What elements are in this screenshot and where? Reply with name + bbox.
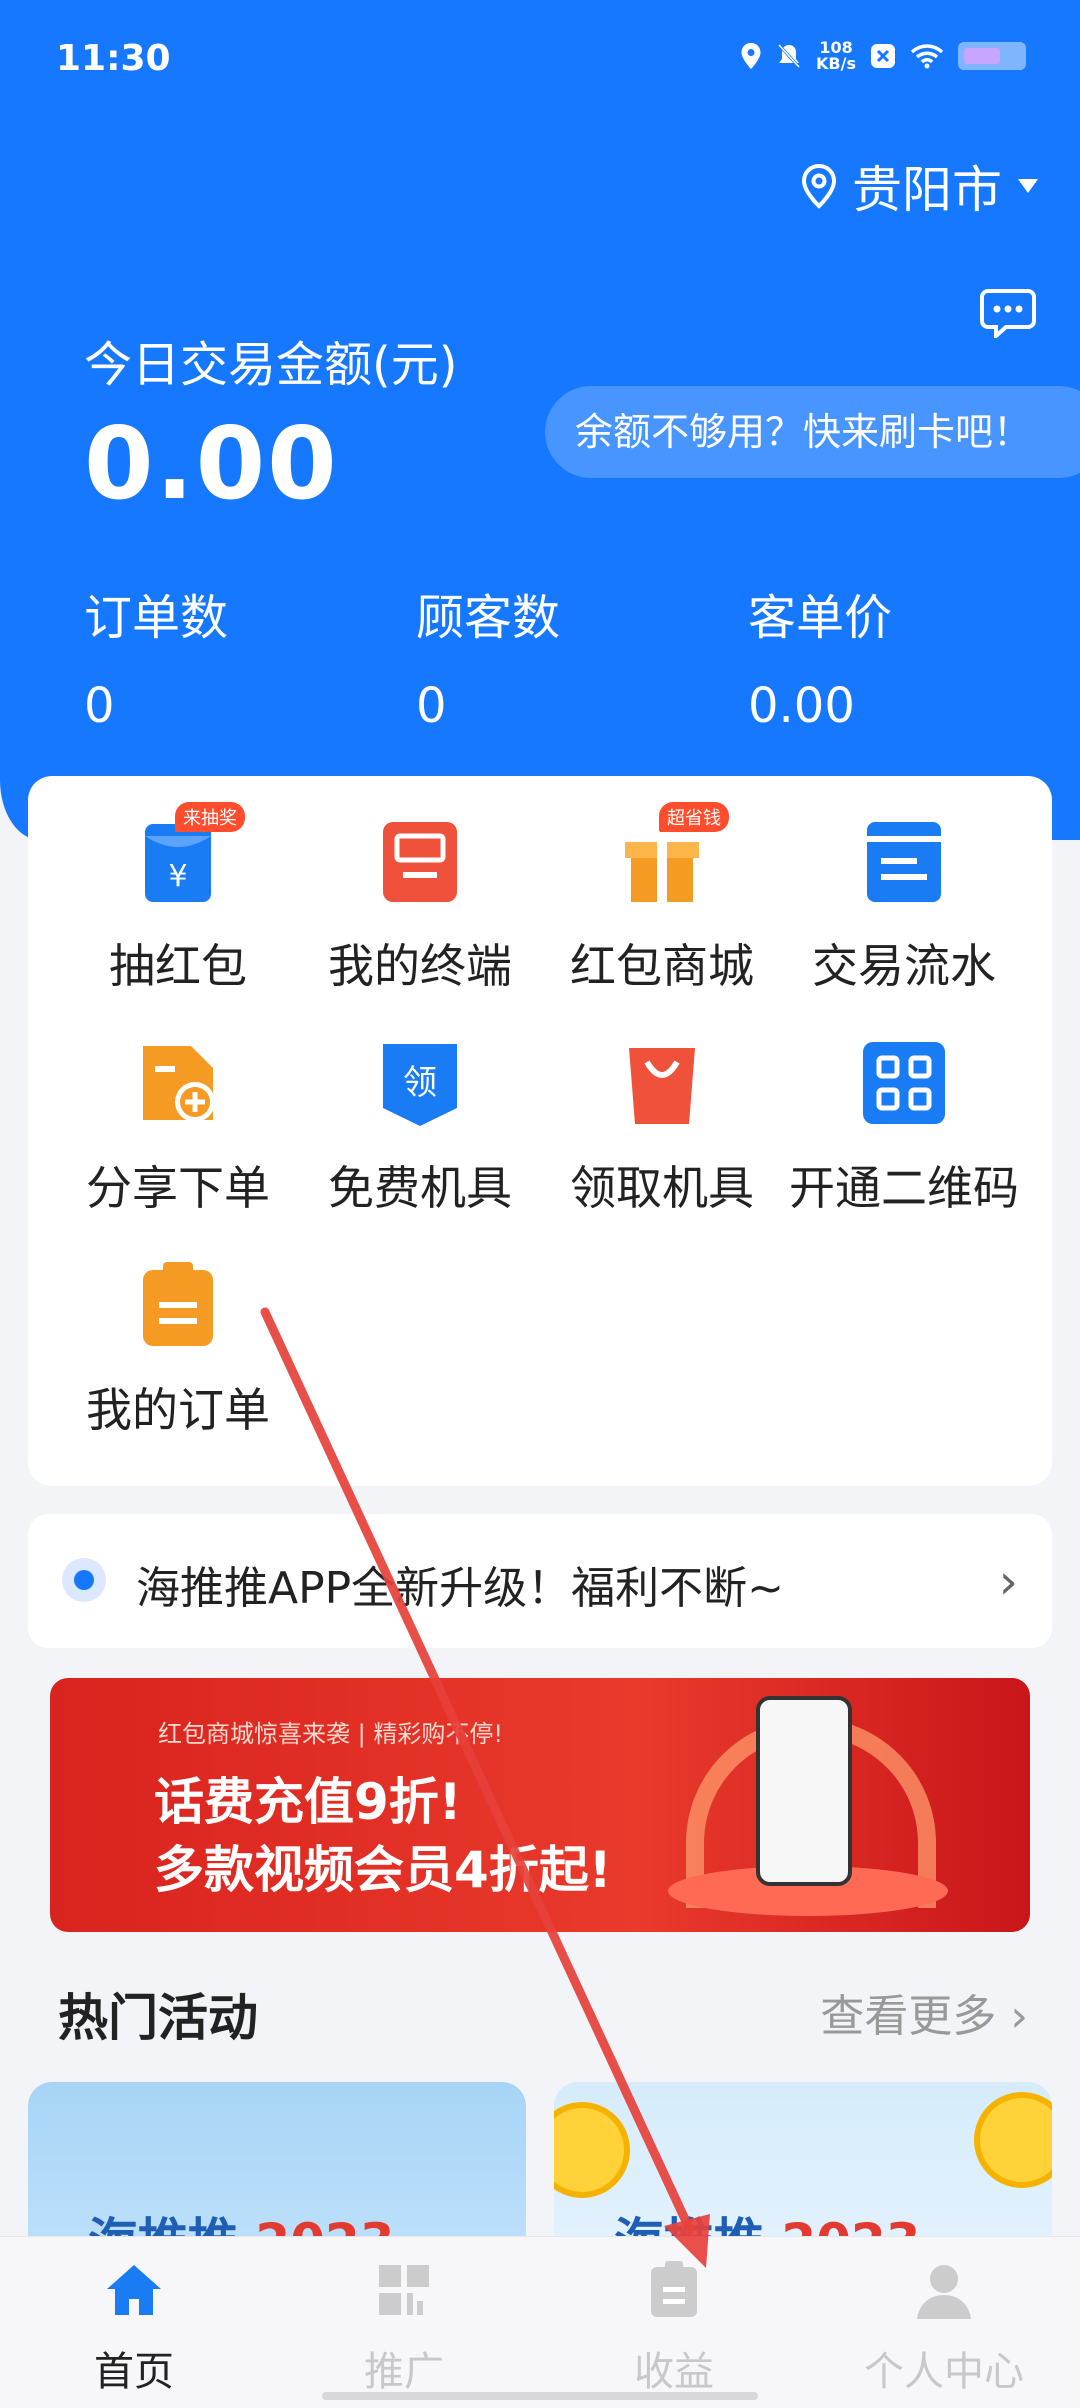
grid-item-open-qr[interactable]: 开通二维码 bbox=[784, 1038, 1024, 1218]
section-title-hot-activities: 热门活动 bbox=[58, 1989, 258, 2047]
dropdown-triangle-icon bbox=[1018, 179, 1038, 193]
tab-home[interactable]: 首页 bbox=[34, 2259, 234, 2397]
profile-icon bbox=[917, 2265, 971, 2319]
home-indicator bbox=[322, 2392, 758, 2400]
view-more-link[interactable]: 查看更多 › bbox=[820, 1980, 1028, 2044]
tab-promote[interactable]: 推广 bbox=[304, 2259, 504, 2397]
announcement-text: 海推推APP全新升级！福利不断~ bbox=[136, 1563, 785, 1614]
close-app-icon bbox=[871, 44, 895, 68]
status-icons: 108 KB/s bbox=[740, 40, 1026, 72]
announcement-bar[interactable]: 海推推APP全新升级！福利不断~ › bbox=[28, 1514, 1052, 1648]
banner-line-1: 话费充值9折! bbox=[154, 1773, 462, 1831]
stat-orders: 订单数 0 bbox=[84, 590, 229, 734]
today-amount: 0.00 bbox=[84, 405, 339, 522]
share-order-icon bbox=[143, 1046, 215, 1122]
tab-profile[interactable]: 个人中心 bbox=[844, 2259, 1044, 2397]
shopping-bag-icon bbox=[629, 1048, 695, 1124]
wifi-icon bbox=[910, 44, 944, 69]
grid-item-transactions[interactable]: 交易流水 bbox=[784, 816, 1024, 996]
home-icon bbox=[107, 2265, 161, 2315]
promote-icon bbox=[379, 2265, 429, 2315]
income-icon bbox=[651, 2261, 697, 2317]
grid-item-my-orders[interactable]: 我的订单 bbox=[58, 1260, 298, 1440]
location-pin-icon bbox=[801, 163, 837, 209]
today-label: 今日交易金额(元) bbox=[84, 337, 458, 393]
feature-grid: ¥ 来抽奖 抽红包 我的终端 超省钱 红包商城 交易流水 分享下单 领 免费机具… bbox=[28, 776, 1052, 1486]
badge-save-money: 超省钱 bbox=[659, 802, 729, 832]
qr-code-icon bbox=[863, 1042, 945, 1124]
grid-item-free-device[interactable]: 领 免费机具 bbox=[300, 1038, 540, 1218]
status-bar: 11:30 108 KB/s bbox=[0, 0, 1080, 120]
coin-decoration bbox=[974, 2092, 1052, 2188]
swipe-card-promo[interactable]: 余额不够用？快来刷卡吧！ bbox=[545, 386, 1080, 478]
terminal-icon bbox=[383, 822, 457, 902]
grid-item-red-packet-mall[interactable]: 超省钱 红包商城 bbox=[542, 802, 782, 996]
free-device-icon: 领 bbox=[383, 1044, 457, 1126]
location-status-icon bbox=[741, 43, 761, 69]
banner-phone-image bbox=[756, 1696, 852, 1886]
grid-item-share-order[interactable]: 分享下单 bbox=[58, 1038, 298, 1218]
chevron-right-icon: › bbox=[998, 1554, 1018, 1610]
city-selector[interactable]: 贵阳市 bbox=[800, 150, 1040, 222]
banner-subtitle: 红包商城惊喜来袭 | 精彩购不停! bbox=[158, 1720, 503, 1748]
promo-banner[interactable]: 红包商城惊喜来袭 | 精彩购不停! 话费充值9折! 多款视频会员4折起! bbox=[50, 1678, 1030, 1932]
grid-item-my-terminal[interactable]: 我的终端 bbox=[300, 816, 540, 996]
announcement-dot-icon bbox=[62, 1558, 106, 1602]
stat-avg-price: 客单价 0.00 bbox=[748, 590, 893, 734]
tab-income[interactable]: 收益 bbox=[574, 2259, 774, 2397]
grid-item-red-packet[interactable]: ¥ 来抽奖 抽红包 bbox=[58, 802, 298, 996]
banner-line-2: 多款视频会员4折起! bbox=[154, 1841, 612, 1899]
network-speed: 108 KB/s bbox=[816, 38, 856, 73]
stat-customers: 顾客数 0 bbox=[416, 590, 561, 734]
badge-lottery: 来抽奖 bbox=[175, 802, 245, 832]
svg-text:领: 领 bbox=[403, 1063, 437, 1103]
battery-icon bbox=[958, 42, 1026, 70]
bottom-tab-bar: 首页 推广 收益 个人中心 bbox=[0, 2236, 1080, 2408]
city-name: 贵阳市 bbox=[852, 161, 1002, 219]
status-time: 11:30 bbox=[56, 38, 171, 79]
mute-icon bbox=[777, 43, 801, 69]
grid-item-get-device[interactable]: 领取机具 bbox=[542, 1038, 782, 1218]
coin-decoration bbox=[554, 2102, 630, 2198]
ledger-icon bbox=[867, 822, 941, 902]
clipboard-icon bbox=[143, 1262, 213, 1346]
message-icon[interactable] bbox=[980, 288, 1036, 338]
svg-text:¥: ¥ bbox=[168, 859, 187, 894]
